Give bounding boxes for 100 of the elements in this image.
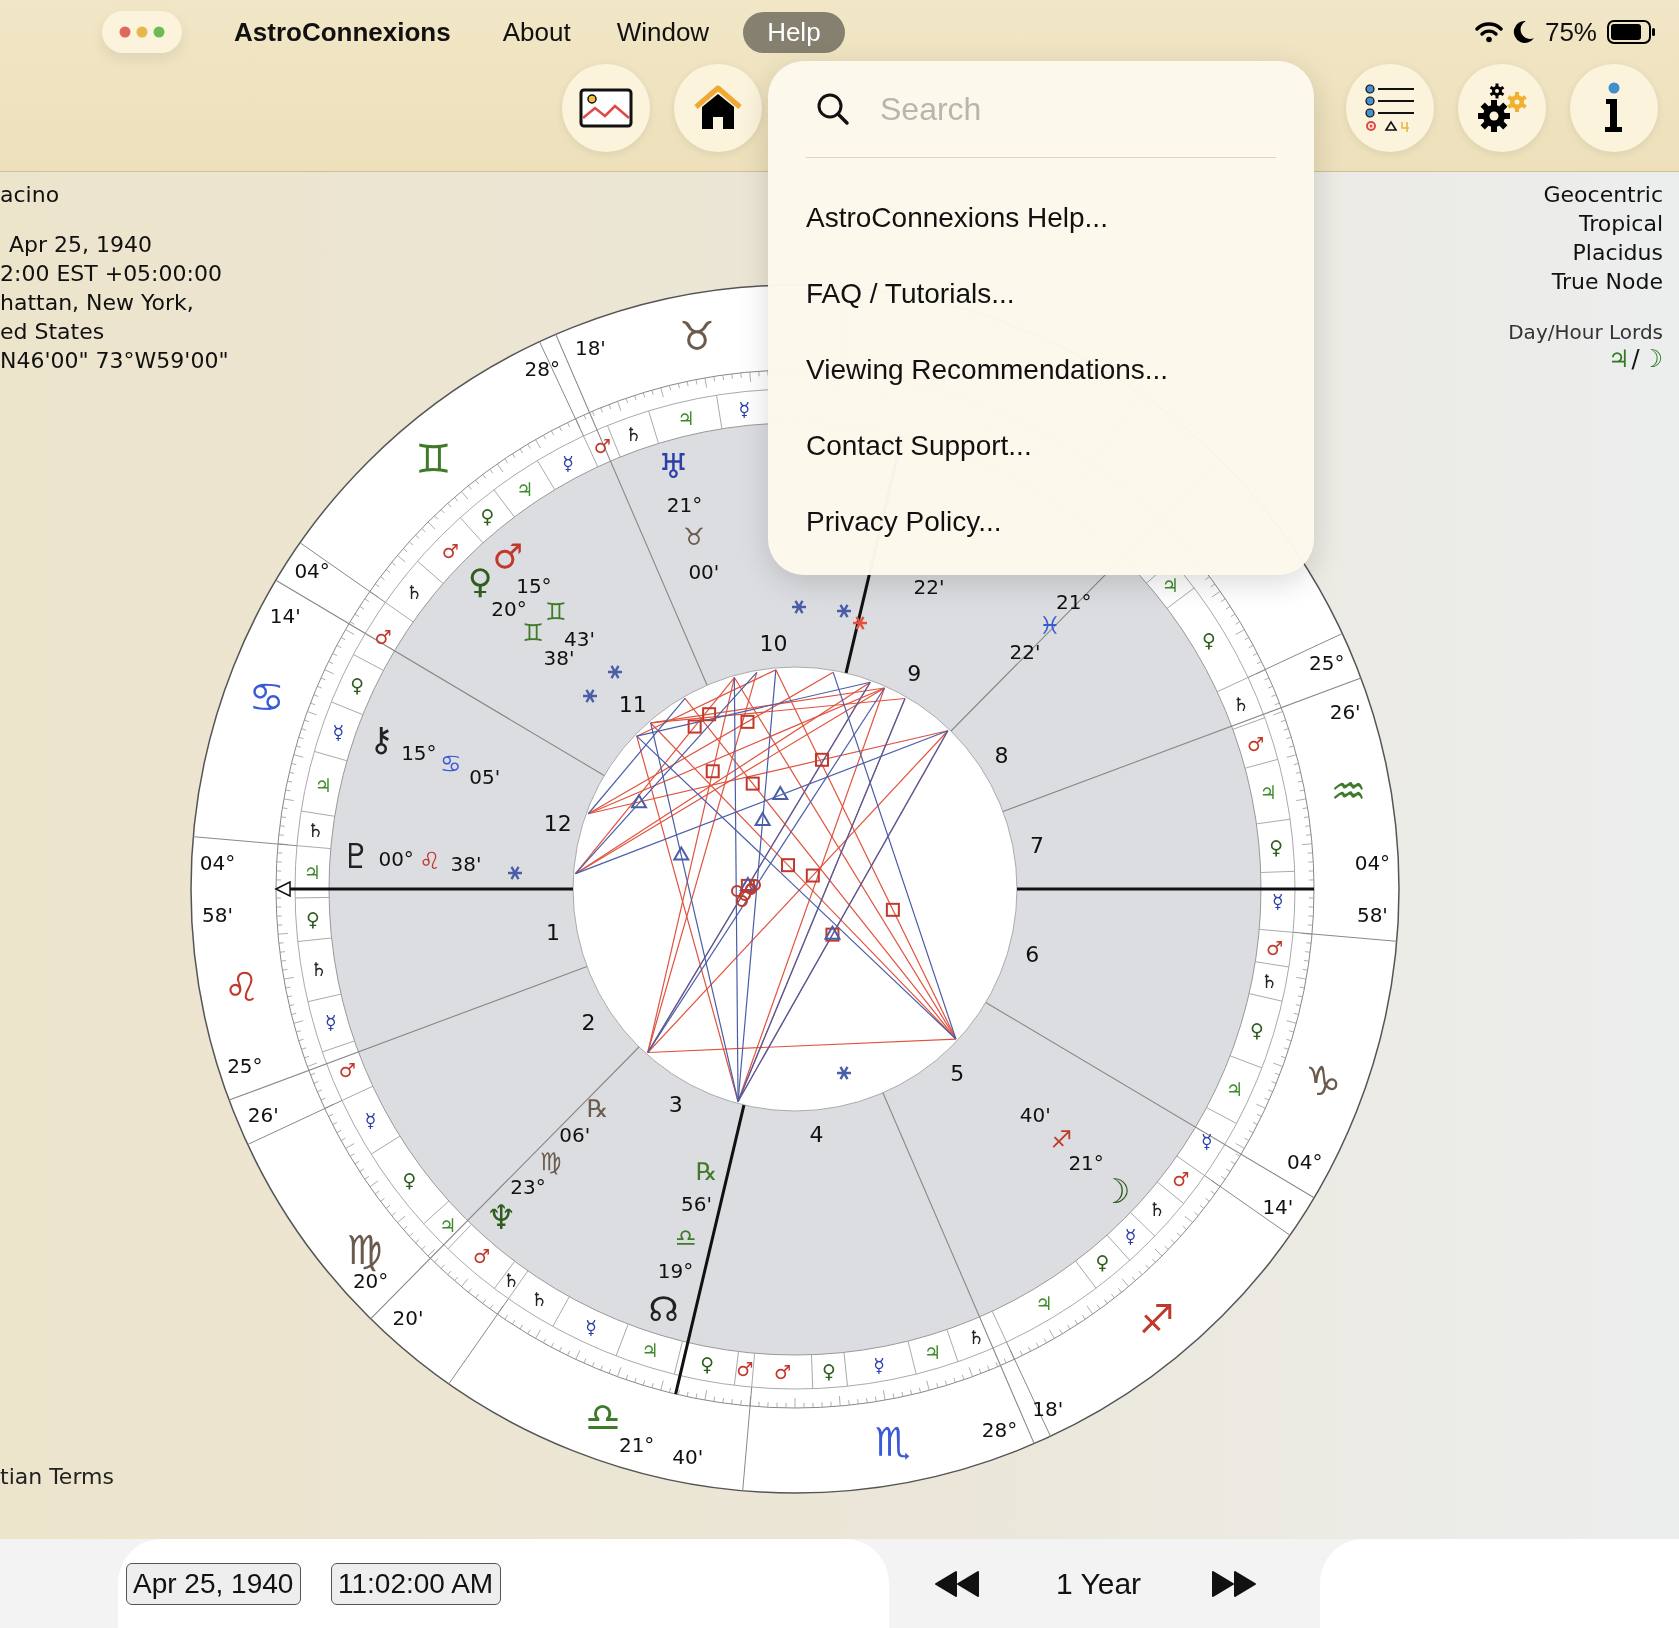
- zodiac-sign-symbol: ♉: [679, 312, 716, 359]
- planet-degree: 15°: [516, 573, 552, 598]
- term-ruler-symbol: ☿: [364, 1108, 377, 1131]
- term-ruler-symbol: ♄: [1260, 969, 1278, 992]
- zodiac-sign-symbol: ♎: [585, 1394, 621, 1441]
- retrograde-mark: ℞: [695, 1157, 718, 1186]
- term-ruler-symbol: ☿: [562, 451, 574, 474]
- house-number: 8: [994, 742, 1009, 768]
- planet-degree: 00°: [378, 846, 414, 871]
- term-ruler-symbol: ♀: [1095, 1250, 1110, 1273]
- star-marker-icon: [606, 664, 624, 680]
- planet-minute: 56': [681, 1191, 712, 1216]
- planet-degree: 19°: [657, 1258, 694, 1283]
- cusp-minute: 14': [269, 604, 301, 629]
- cusp-degree: 04°: [199, 850, 236, 875]
- zodiac-sign-symbol: ♒: [1330, 768, 1367, 815]
- term-ruler-symbol: ♃: [303, 861, 321, 884]
- chart-detail-text: ed States: [0, 318, 106, 346]
- planet-symbol: ♀: [467, 561, 493, 602]
- planet-sign-symbol: ♎: [675, 1224, 697, 1253]
- planet-sign-symbol: ♋: [440, 750, 462, 779]
- term-ruler-symbol: ♂: [593, 435, 611, 458]
- term-ruler-symbol: ♂: [338, 1059, 356, 1082]
- zodiac-sign-symbol: ♏: [874, 1419, 911, 1466]
- date-field[interactable]: Apr 25, 1940: [126, 1562, 301, 1605]
- cusp-degree: 21°: [618, 1432, 655, 1457]
- home-icon: [693, 85, 743, 131]
- term-ruler-symbol: ♂: [441, 539, 459, 562]
- planet-degree: 15°: [401, 740, 437, 765]
- chart-detail-text: acino: [0, 181, 61, 209]
- term-ruler-symbol: ♀: [480, 505, 495, 528]
- help-menu-item[interactable]: Privacy Policy...: [806, 484, 1276, 560]
- term-ruler-symbol: ♀: [350, 674, 365, 697]
- cusp-minute: 18': [1032, 1396, 1064, 1421]
- planet-degree: 21°: [1056, 590, 1092, 615]
- planet-sign-symbol: ♊: [522, 619, 544, 648]
- cusp-degree: 25°: [227, 1054, 263, 1079]
- battery-icon: [1607, 20, 1657, 44]
- list-icon: [1364, 83, 1416, 133]
- help-menu-item[interactable]: AstroConnexions Help...: [806, 180, 1276, 256]
- term-ruler-symbol: ☿: [1272, 890, 1284, 913]
- house-number: 9: [907, 661, 922, 687]
- planet-sign-symbol: ♐: [1050, 1126, 1073, 1154]
- term-ruler-symbol: ♃: [641, 1338, 659, 1361]
- term-ruler-symbol: ☿: [585, 1315, 597, 1338]
- terms-label: tian Terms: [0, 1464, 114, 1489]
- dots-icon: [119, 26, 165, 38]
- menu-item[interactable]: About: [490, 11, 583, 53]
- term-ruler-symbol: ♂: [1265, 936, 1283, 959]
- planet-symbol: ♇: [341, 835, 372, 876]
- cusp-degree: 04°: [1286, 1149, 1323, 1174]
- planet-minute: 05': [469, 764, 501, 789]
- term-ruler-symbol: ♄: [967, 1325, 985, 1348]
- help-menu-item[interactable]: FAQ / Tutorials...: [806, 256, 1276, 332]
- term-ruler-symbol: ♀: [1269, 835, 1284, 858]
- planet-minute: 22': [913, 575, 945, 600]
- battery-percent: 75%: [1544, 16, 1597, 48]
- cusp-degree: 25°: [1309, 650, 1345, 675]
- chart-setting-text: True Node: [1551, 268, 1663, 296]
- chart-detail-text: Apr 25, 1940: [8, 231, 154, 259]
- term-ruler-symbol: ♀: [305, 907, 320, 930]
- menu-item[interactable]: Help: [743, 11, 845, 53]
- zodiac-sign-symbol: ♑: [1305, 1057, 1342, 1104]
- hour-lord-symbol: ☽: [1641, 345, 1663, 373]
- house-number: 12: [543, 811, 572, 837]
- term-ruler-symbol: ♄: [1232, 692, 1250, 715]
- cusp-degree: 04°: [1354, 850, 1391, 875]
- term-ruler-symbol: ♄: [530, 1287, 548, 1310]
- star-marker-icon: [506, 865, 524, 881]
- term-ruler-symbol: ♃: [314, 773, 332, 796]
- lords-label: Day/Hour Lords: [1508, 319, 1663, 345]
- term-ruler-symbol: ☿: [332, 721, 345, 743]
- step-forward-button[interactable]: [1211, 1569, 1258, 1598]
- zodiac-sign-symbol: ♐: [1138, 1296, 1175, 1343]
- house-number: 10: [759, 631, 788, 657]
- help-menu-item[interactable]: Contact Support...: [806, 408, 1276, 484]
- cusp-minute: 20': [392, 1306, 424, 1331]
- planet-minute: 06': [559, 1122, 591, 1147]
- time-field[interactable]: 11:02:00 AM: [331, 1562, 501, 1605]
- term-ruler-symbol: ♄: [310, 957, 328, 980]
- search-field[interactable]: Search: [878, 89, 1262, 129]
- planet-sign-symbol: ♊: [545, 597, 567, 626]
- cusp-minute: 26': [247, 1103, 279, 1128]
- search-icon: [816, 92, 850, 126]
- window-menu-button[interactable]: [102, 11, 182, 53]
- term-ruler-symbol: ♃: [923, 1341, 941, 1364]
- chart-setting-text: Tropical: [1579, 210, 1663, 238]
- menu-item[interactable]: Window: [604, 11, 722, 53]
- lords-separator: /: [1631, 345, 1640, 373]
- wifi-icon: [1474, 21, 1503, 43]
- cusp-minute: 18': [574, 336, 606, 361]
- fast-forward-icon: [1211, 1569, 1258, 1598]
- chart-setting-text: Geocentric: [1543, 181, 1663, 209]
- term-ruler-symbol: ♂: [736, 1358, 754, 1381]
- planet-degree: 23°: [510, 1174, 546, 1199]
- term-ruler-symbol: ♀: [1250, 1018, 1264, 1041]
- term-ruler-symbol: ♄: [625, 422, 643, 445]
- cusp-minute: 14': [1262, 1194, 1294, 1219]
- step-back-button[interactable]: [934, 1569, 980, 1598]
- help-menu-item[interactable]: Viewing Recommendations...: [806, 332, 1276, 408]
